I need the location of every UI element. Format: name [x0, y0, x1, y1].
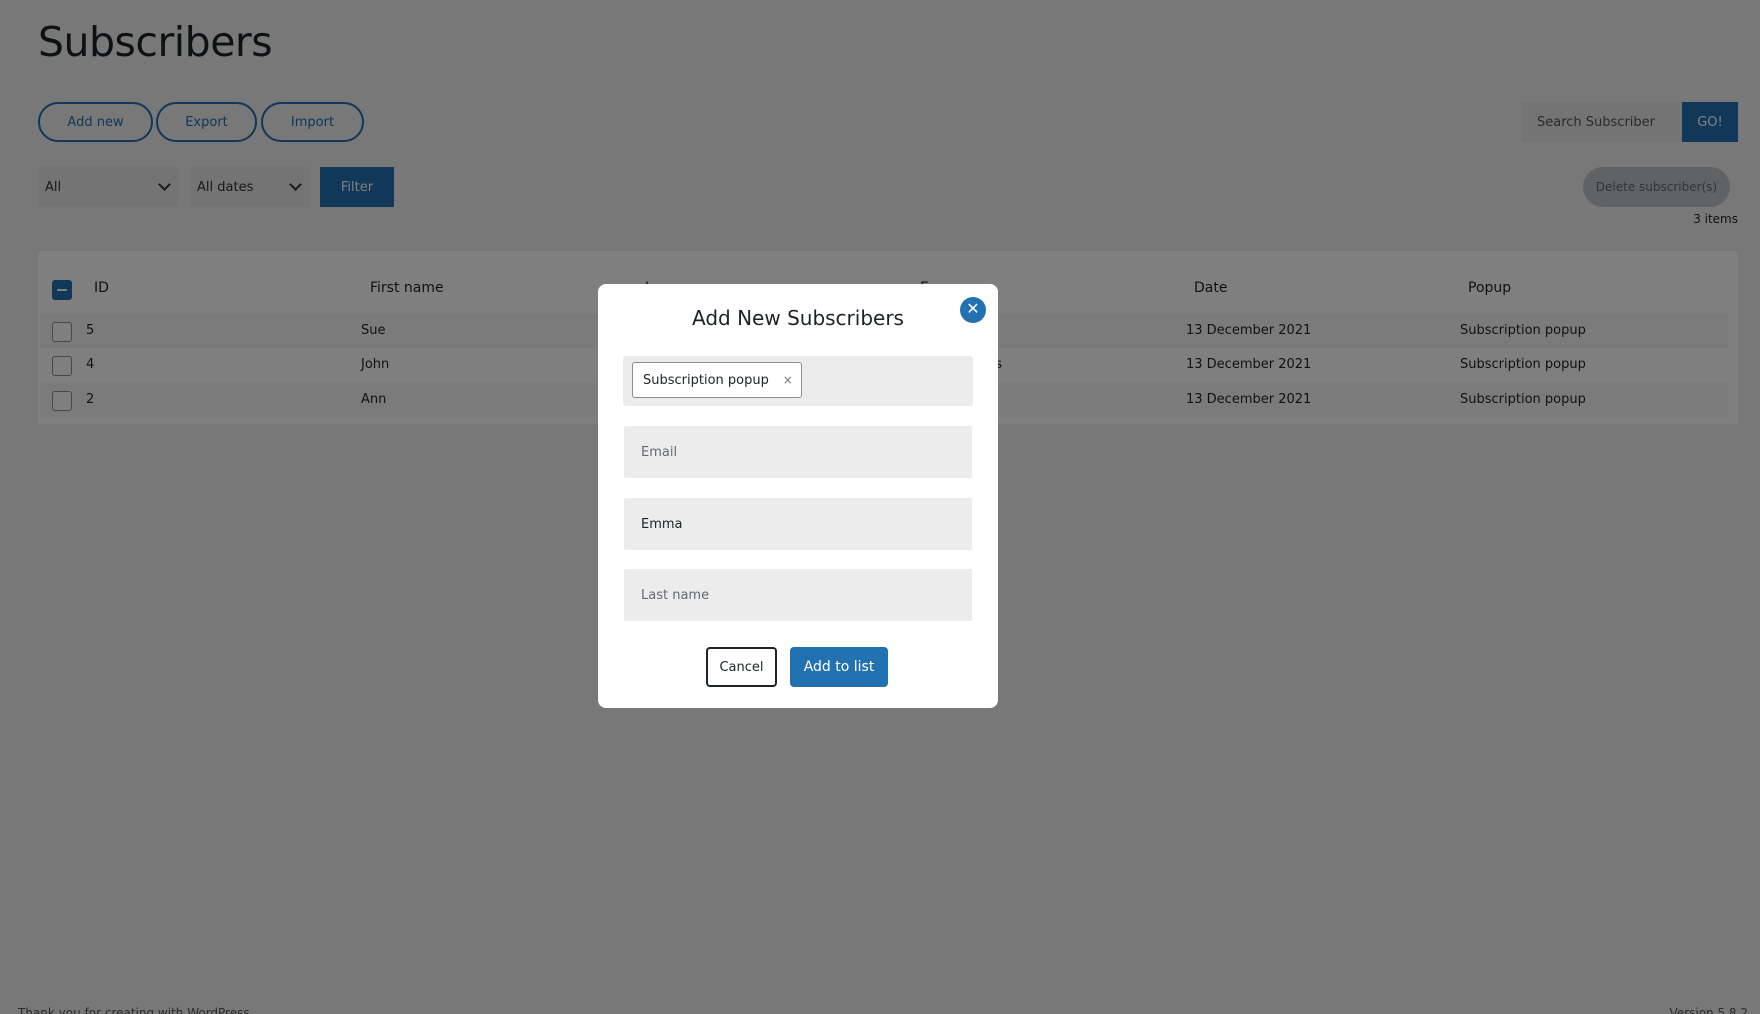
popup-select-field[interactable]: Subscription popup ×	[623, 356, 973, 406]
close-icon[interactable]: ✕	[960, 297, 986, 323]
email-field[interactable]	[624, 426, 972, 478]
cancel-button[interactable]: Cancel	[706, 647, 777, 687]
add-subscribers-dialog: Add New Subscribers ✕ Subscription popup…	[598, 284, 998, 708]
last-name-field[interactable]	[624, 569, 972, 621]
popup-tag-label: Subscription popup	[643, 372, 769, 388]
subscribers-page: Subscribers Add new Export Import GO! Al…	[0, 0, 1760, 1014]
add-to-list-button[interactable]: Add to list	[790, 647, 888, 687]
remove-tag-icon[interactable]: ×	[783, 373, 793, 387]
dialog-title: Add New Subscribers	[692, 306, 904, 330]
popup-tag: Subscription popup ×	[632, 362, 802, 398]
first-name-field[interactable]	[624, 498, 972, 550]
